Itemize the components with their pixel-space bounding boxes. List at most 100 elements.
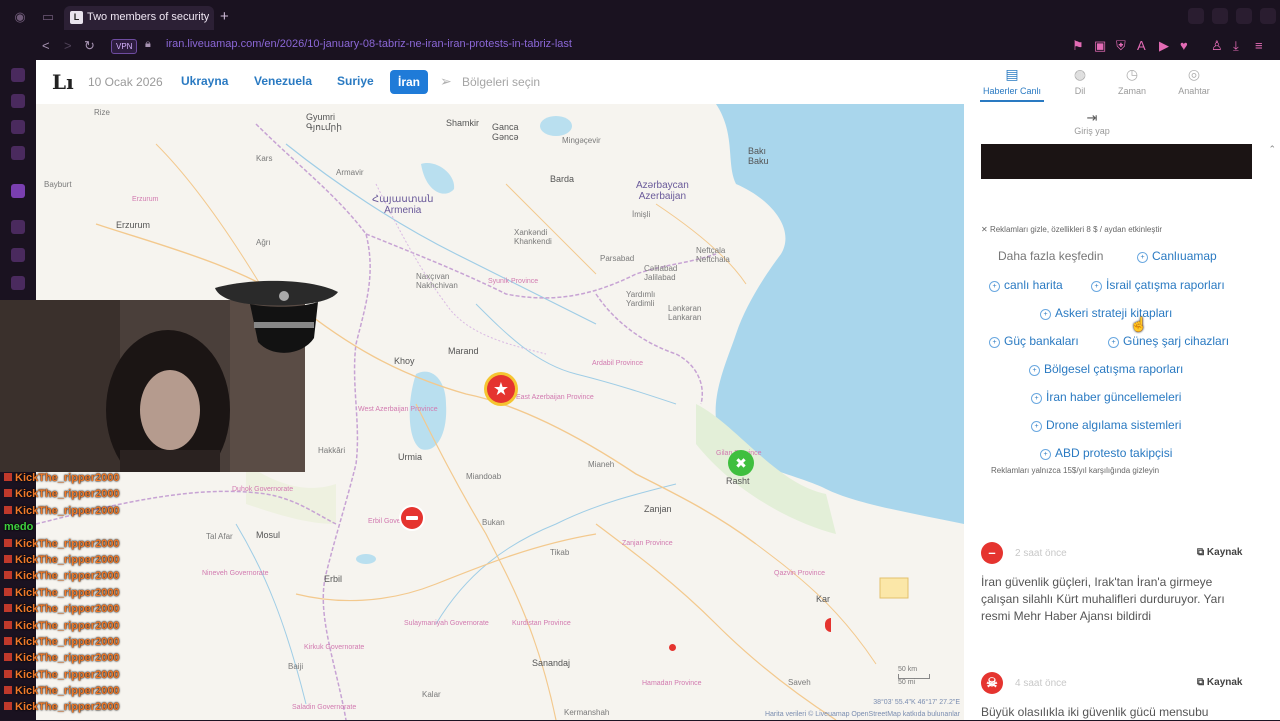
ad-link[interactable]: + İsrail çatışma raporları xyxy=(1091,278,1225,292)
login-icon: ⇥ xyxy=(1086,110,1098,125)
map-label: Kirkuk Governorate xyxy=(304,644,365,651)
tab-label: Haberler Canlı xyxy=(982,86,1042,96)
sidebar-app-icon[interactable] xyxy=(11,276,25,290)
sidebar-toggle-icon[interactable]: ▭ xyxy=(40,9,56,25)
browser-logo-icon[interactable]: ◉ xyxy=(12,9,28,25)
navigate-icon[interactable]: ➢ xyxy=(440,73,452,90)
region-select[interactable]: Bölgeleri seçin xyxy=(462,75,540,89)
play-icon[interactable]: ▶ xyxy=(1159,38,1169,54)
translate-icon[interactable]: A xyxy=(1137,38,1146,53)
event-marker-green[interactable]: ✖ xyxy=(728,450,754,476)
ad-link[interactable]: + Güneş şarj cihazları xyxy=(1108,334,1229,348)
map-label: Tal Afar xyxy=(206,532,233,541)
nav-iran[interactable]: İran xyxy=(390,70,428,94)
map-label: Kars xyxy=(256,154,273,163)
chat-message: KickThe_ripper2000 xyxy=(4,472,164,488)
map-label: Erbil xyxy=(324,574,343,584)
sidebar-app-icon[interactable] xyxy=(11,94,25,108)
back-icon[interactable]: < xyxy=(42,38,50,53)
site-header: Lı 10 Ocak 2026 Ukrayna Venezuela Suriye… xyxy=(36,60,964,104)
window-control-icon[interactable] xyxy=(1188,8,1204,24)
ad-link[interactable]: + Güç bankaları xyxy=(989,334,1079,348)
map-label: Bakı Baku xyxy=(748,146,769,166)
chat-message: KickThe_ripper2000 xyxy=(4,587,164,603)
map-label: Mosul xyxy=(256,530,281,540)
map-label: Kar xyxy=(816,594,831,604)
map-label: Cəlilabad Jalilabad xyxy=(644,264,678,282)
nav-ukraine[interactable]: Ukrayna xyxy=(181,74,228,88)
event-marker-partial[interactable] xyxy=(825,618,831,632)
compass-icon: ◎ xyxy=(1187,66,1201,82)
map-label: Hamadan Province xyxy=(642,680,702,687)
map-label: Naxçıvan Nakhchivan xyxy=(416,272,458,290)
map-label: Hakkâri xyxy=(318,446,346,455)
tab-legend[interactable]: ◎ Anahtar xyxy=(1162,66,1226,96)
tab-active[interactable]: L Two members of security xyxy=(64,6,214,30)
map-label: Armavir xyxy=(336,168,364,177)
event-marker-stop[interactable] xyxy=(399,505,425,531)
sidebar-app-icon[interactable] xyxy=(11,220,25,234)
map-attribution[interactable]: Harita verileri © Liveuamap OpenStreetMa… xyxy=(765,711,960,718)
screenshot-icon[interactable]: ▣ xyxy=(1094,38,1106,54)
ad-link[interactable]: + Canlıuamap xyxy=(1137,249,1217,263)
tab-news-live[interactable]: ▤ Haberler Canlı xyxy=(980,66,1044,96)
bookmark-icon[interactable]: ⚑ xyxy=(1072,38,1084,54)
map-label: Urmia xyxy=(398,452,422,462)
ad-link[interactable]: + Drone algılama sistemleri xyxy=(1031,418,1181,432)
nav-venezuela[interactable]: Venezuela xyxy=(254,74,312,88)
heart-icon[interactable]: ♥ xyxy=(1180,38,1188,53)
map-label: Zanjan Province xyxy=(622,540,673,547)
profile-icon[interactable]: ♙ xyxy=(1211,38,1223,54)
ad-link[interactable]: + ABD protesto takipçisi xyxy=(1040,446,1172,460)
ad-link[interactable]: + canlı harita xyxy=(989,278,1063,292)
map-label: Bukan xyxy=(482,518,505,527)
sidebar-app-icon[interactable] xyxy=(11,68,25,82)
sidebar-app-icon[interactable] xyxy=(11,120,25,134)
minimize-button[interactable] xyxy=(1212,8,1228,24)
source-link[interactable]: ⧉ Kaynak xyxy=(1197,677,1243,688)
map-label: İmişli xyxy=(632,210,651,219)
forward-icon[interactable]: > xyxy=(64,38,72,53)
map-label: Saladin Governorate xyxy=(292,704,357,711)
news-time: 2 saat önce xyxy=(1015,548,1067,559)
map-label: Kalar xyxy=(422,690,441,699)
map-label: Xankəndi Khankendi xyxy=(514,228,552,246)
map-label: Kermanshah xyxy=(564,708,610,717)
map-label: Barda xyxy=(550,174,575,184)
sidebar-app-icon[interactable] xyxy=(11,146,25,160)
ad-link[interactable]: + Askeri strateji kitapları xyxy=(1040,306,1172,320)
tab-time[interactable]: ◷ Zaman xyxy=(1100,66,1164,96)
address-bar[interactable]: iran.liveuamap.com/en/2026/10-january-08… xyxy=(166,38,572,50)
ad-video[interactable] xyxy=(981,144,1252,179)
map-label: Tikab xyxy=(550,548,570,557)
close-button[interactable] xyxy=(1260,8,1276,24)
new-tab-button[interactable]: + xyxy=(220,8,229,25)
map-label: Ağrı xyxy=(256,238,271,247)
event-marker-star[interactable]: ★ xyxy=(484,372,518,406)
map-label: Ganca Gəncə xyxy=(492,122,519,142)
ad-link[interactable]: + İran haber güncellemeleri xyxy=(1031,390,1181,404)
scroll-up-icon[interactable]: ⌃ xyxy=(1268,144,1276,155)
map-label: Erzurum xyxy=(116,220,151,230)
chat-message: KickThe_ripper2000 xyxy=(4,488,164,504)
twitch-icon[interactable] xyxy=(11,184,25,198)
nav-syria[interactable]: Suriye xyxy=(337,74,374,88)
site-logo[interactable]: Lı xyxy=(52,70,74,94)
shield-icon[interactable]: ⛨ xyxy=(1116,38,1126,54)
lock-icon[interactable]: 🔒︎ xyxy=(145,38,151,51)
source-link[interactable]: ⧉ Kaynak xyxy=(1197,547,1243,558)
event-marker-dot[interactable] xyxy=(669,644,676,651)
vpn-badge[interactable]: VPN xyxy=(111,39,138,54)
maximize-button[interactable] xyxy=(1236,8,1252,24)
menu-icon[interactable]: ≡ xyxy=(1255,38,1263,53)
news-item[interactable]: – 2 saat önce ⧉ Kaynak İran güvenlik güç… xyxy=(981,542,1263,642)
reload-icon[interactable]: ↻ xyxy=(84,38,95,54)
news-item[interactable]: ☠ 4 saat önce ⧉ Kaynak Büyük olasılıkla … xyxy=(981,672,1263,720)
hide-ads-link[interactable]: ✕ Reklamları gizle, özellikleri 8 $ / ay… xyxy=(981,225,1162,234)
ad-link[interactable]: + Bölgesel çatışma raporları xyxy=(1029,362,1183,376)
news-text: Büyük olasılıkla iki güvenlik gücü mensu… xyxy=(981,705,1209,719)
map-label: Parsabad xyxy=(600,254,635,263)
download-icon[interactable]: ⤓ xyxy=(1233,38,1239,54)
login-button[interactable]: ⇥ Giriş yap xyxy=(1060,110,1124,136)
sidebar-app-icon[interactable] xyxy=(11,248,25,262)
